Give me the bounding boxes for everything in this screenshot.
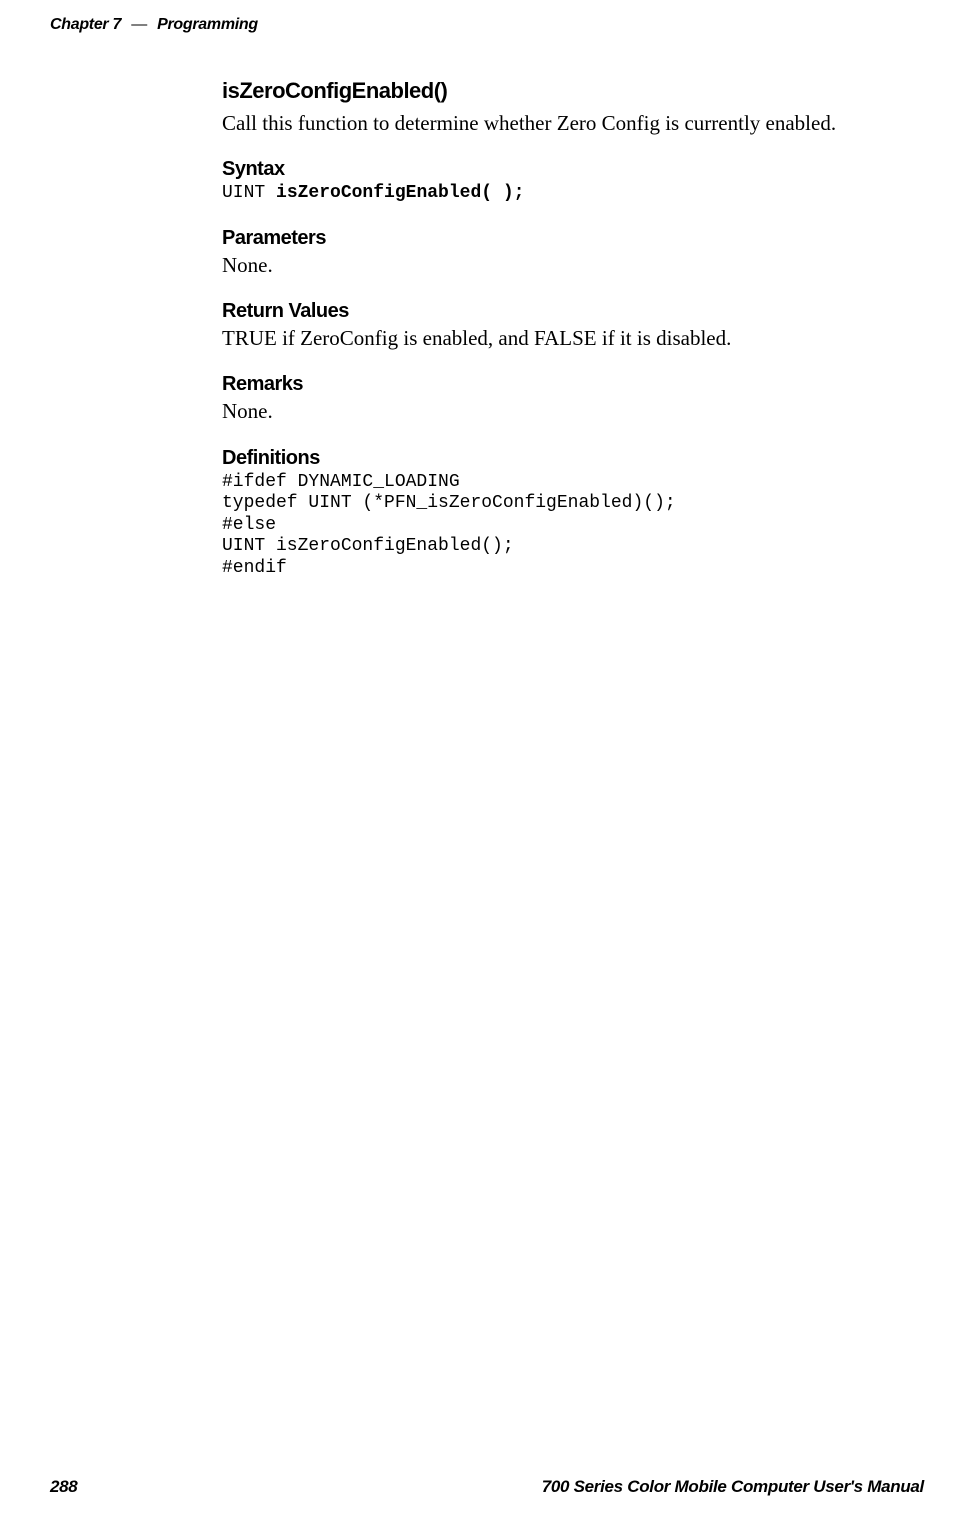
remarks-heading: Remarks <box>222 373 922 396</box>
function-description: Call this function to determine whether … <box>222 110 922 136</box>
definitions-heading: Definitions <box>222 447 922 470</box>
content-area: isZeroConfigEnabled() Call this function… <box>222 78 922 580</box>
definitions-code: #ifdef DYNAMIC_LOADING typedef UINT (*PF… <box>222 472 922 580</box>
syntax-code: UINT isZeroConfigEnabled( ); <box>222 183 922 205</box>
syntax-heading: Syntax <box>222 158 922 181</box>
syntax-prefix: UINT <box>222 183 276 203</box>
footer-manual-title: 700 Series Color Mobile Computer User's … <box>542 1477 924 1497</box>
return-values-heading: Return Values <box>222 300 922 323</box>
page-footer: 288 700 Series Color Mobile Computer Use… <box>50 1477 924 1497</box>
syntax-bold: isZeroConfigEnabled( ); <box>276 183 524 203</box>
page-number: 288 <box>50 1477 77 1497</box>
header-separator: — <box>131 16 147 33</box>
parameters-text: None. <box>222 252 922 278</box>
page-header: Chapter 7 — Programming <box>50 16 258 34</box>
header-chapter: Chapter 7 <box>50 16 121 33</box>
return-values-text: TRUE if ZeroConfig is enabled, and FALSE… <box>222 325 922 351</box>
function-title: isZeroConfigEnabled() <box>222 78 922 104</box>
remarks-text: None. <box>222 398 922 424</box>
parameters-heading: Parameters <box>222 227 922 250</box>
header-title: Programming <box>157 16 258 33</box>
